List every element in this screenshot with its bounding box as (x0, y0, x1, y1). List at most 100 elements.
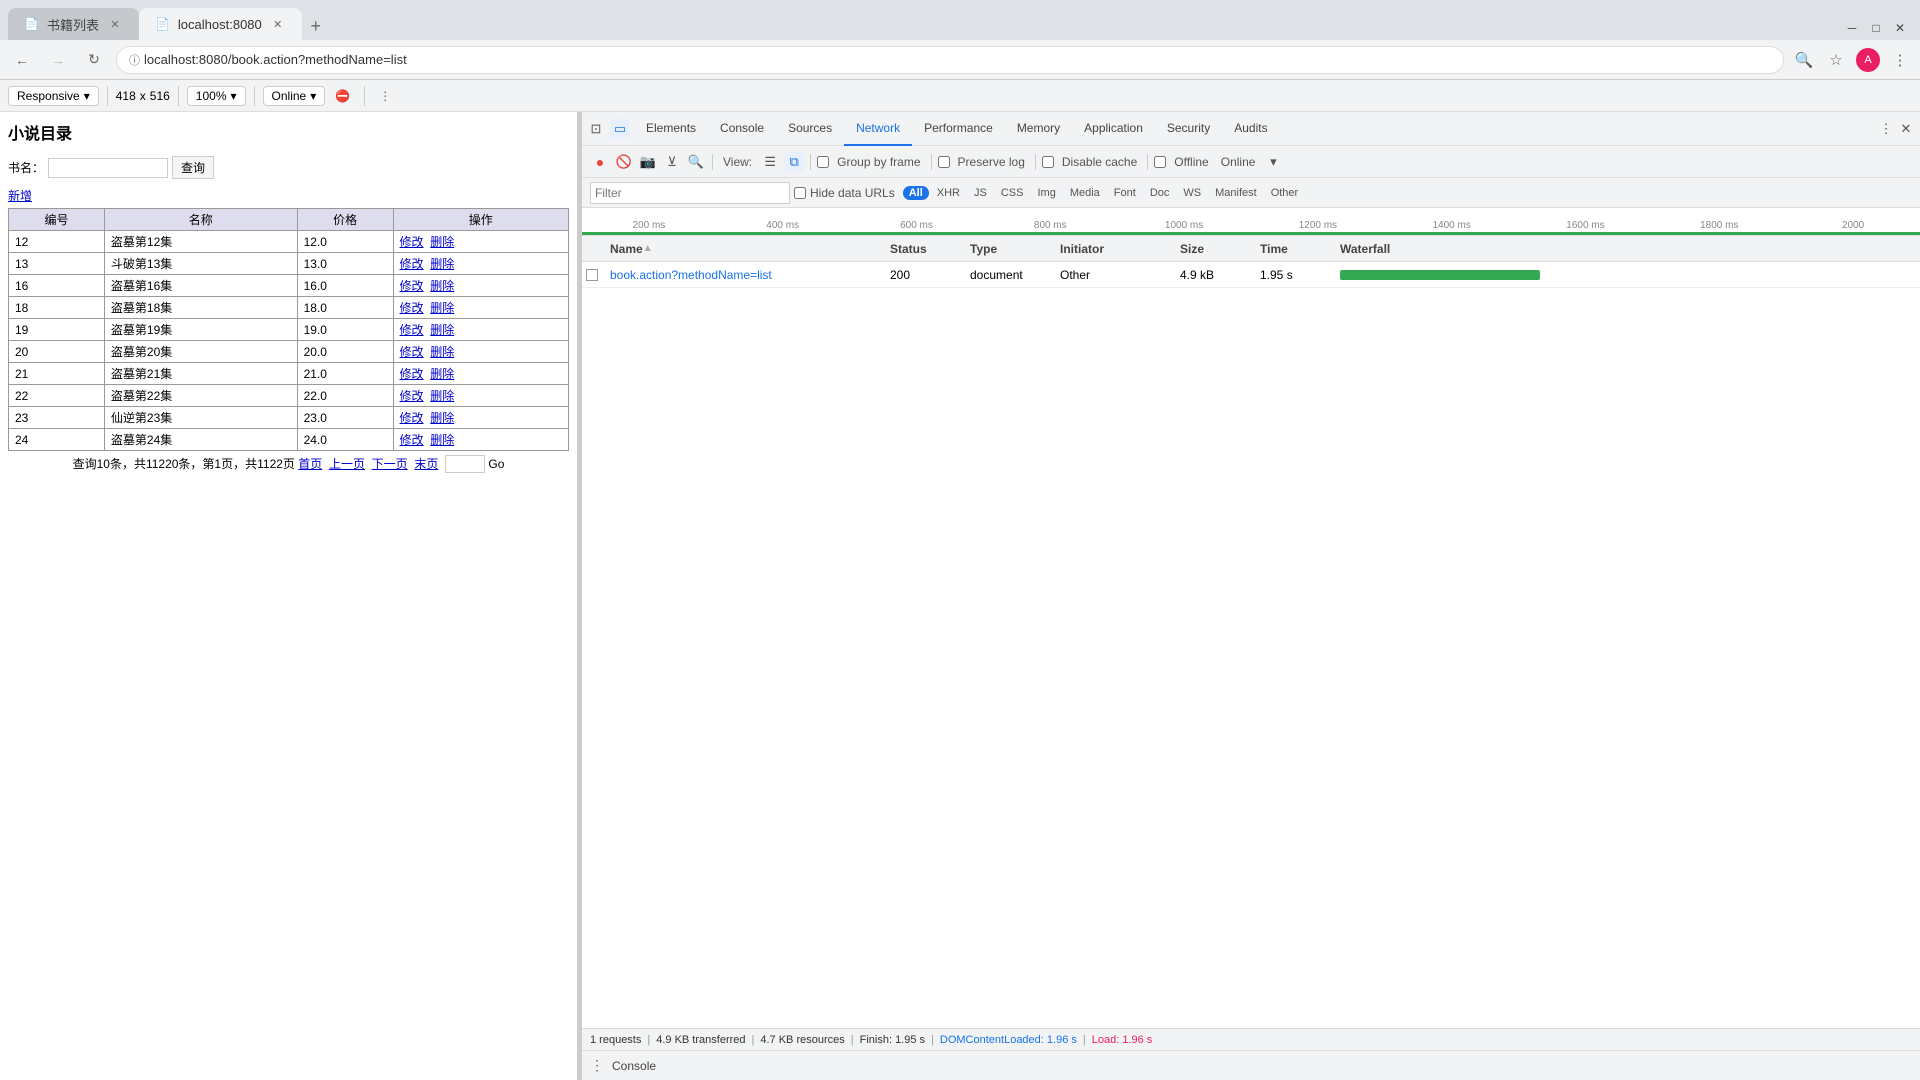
devtools-close-icon[interactable]: ✕ (1896, 119, 1916, 139)
screenshot-button[interactable]: 📷 (638, 152, 658, 172)
clear-button[interactable]: 🚫 (614, 152, 634, 172)
no-throttling-button[interactable]: ⛔ (329, 87, 356, 105)
delete-link[interactable]: 删除 (430, 323, 454, 337)
col-time-header[interactable]: Time (1252, 242, 1332, 256)
devtools-pointer-icon[interactable]: ⊡ (586, 119, 606, 139)
filter-type-all[interactable]: All (903, 186, 929, 200)
next-page-link[interactable]: 下一页 (372, 457, 408, 471)
edit-link[interactable]: 修改 (400, 257, 424, 271)
profile-icon[interactable]: A (1856, 48, 1880, 72)
search-button[interactable]: 🔍 (686, 152, 706, 172)
edit-link[interactable]: 修改 (400, 235, 424, 249)
devtools-tab-console[interactable]: Console (708, 112, 776, 146)
filter-type-js[interactable]: JS (968, 186, 993, 200)
devtools-tab-performance[interactable]: Performance (912, 112, 1005, 146)
row-checkbox[interactable] (586, 269, 598, 281)
col-name-header[interactable]: Name ▲ (602, 242, 882, 256)
edit-link[interactable]: 修改 (400, 301, 424, 315)
edit-link[interactable]: 修改 (400, 279, 424, 293)
edit-link[interactable]: 修改 (400, 433, 424, 447)
filter-type-manifest[interactable]: Manifest (1209, 186, 1263, 200)
col-status-header[interactable]: Status (882, 242, 962, 256)
delete-link[interactable]: 删除 (430, 345, 454, 359)
tab-2-close[interactable]: ✕ (270, 16, 286, 32)
edit-link[interactable]: 修改 (400, 411, 424, 425)
maximize-button[interactable]: □ (1864, 16, 1888, 40)
refresh-button[interactable]: ↻ (80, 46, 108, 74)
new-tab-button[interactable]: + (302, 12, 330, 40)
group-by-frame-checkbox[interactable] (817, 156, 829, 168)
delete-link[interactable]: 删除 (430, 433, 454, 447)
search-input[interactable] (48, 158, 168, 178)
zoom-select[interactable]: 100% ▾ (187, 86, 246, 106)
disable-cache-checkbox[interactable] (1042, 156, 1054, 168)
delete-link[interactable]: 删除 (430, 279, 454, 293)
new-link[interactable]: 新增 (8, 187, 32, 204)
filter-toggle-button[interactable]: ⊻ (662, 152, 682, 172)
delete-link[interactable]: 删除 (430, 389, 454, 403)
filter-type-img[interactable]: Img (1031, 186, 1061, 200)
device-mode-select[interactable]: Responsive ▾ (8, 86, 99, 106)
tab-1[interactable]: 📄 书籍列表 ✕ (8, 8, 139, 40)
tab-1-title: 书籍列表 (47, 15, 99, 34)
tab-1-close[interactable]: ✕ (107, 16, 123, 32)
devtools-tab-application[interactable]: Application (1072, 112, 1155, 146)
cell-name: 盗墓第21集 (104, 363, 297, 385)
search-button[interactable]: 查询 (172, 156, 214, 179)
last-page-link[interactable]: 末页 (414, 457, 438, 471)
online-dropdown-icon[interactable]: ▾ (1263, 152, 1283, 172)
delete-link[interactable]: 删除 (430, 411, 454, 425)
edit-link[interactable]: 修改 (400, 323, 424, 337)
edit-link[interactable]: 修改 (400, 367, 424, 381)
tab-1-favicon: 📄 (24, 17, 39, 31)
hide-data-urls-checkbox[interactable] (794, 187, 806, 199)
prev-page-link[interactable]: 上一页 (329, 457, 365, 471)
col-initiator-header[interactable]: Initiator (1052, 242, 1172, 256)
col-waterfall-header[interactable]: Waterfall (1332, 242, 1920, 256)
devtools-tab-sources[interactable]: Sources (776, 112, 844, 146)
network-row[interactable]: book.action?methodName=list 200 document… (582, 262, 1920, 288)
preserve-log-checkbox[interactable] (938, 156, 950, 168)
filter-type-css[interactable]: CSS (995, 186, 1030, 200)
filter-type-other[interactable]: Other (1265, 186, 1305, 200)
col-size-header[interactable]: Size (1172, 242, 1252, 256)
devtools-more-icon[interactable]: ⋮ (1876, 119, 1896, 139)
filter-type-xhr[interactable]: XHR (931, 186, 966, 200)
devtools-tab-network[interactable]: Network (844, 112, 912, 146)
filter-type-font[interactable]: Font (1108, 186, 1142, 200)
console-more-icon[interactable]: ⋮ (590, 1057, 604, 1074)
filter-type-doc[interactable]: Doc (1144, 186, 1176, 200)
list-view-button[interactable]: ☰ (760, 152, 780, 172)
delete-link[interactable]: 删除 (430, 235, 454, 249)
forward-button[interactable]: → (44, 46, 72, 74)
edit-link[interactable]: 修改 (400, 345, 424, 359)
edit-link[interactable]: 修改 (400, 389, 424, 403)
devtools-tab-security[interactable]: Security (1155, 112, 1222, 146)
record-button[interactable]: ● (590, 152, 610, 172)
devtools-tab-audits[interactable]: Audits (1222, 112, 1279, 146)
close-button[interactable]: ✕ (1888, 16, 1912, 40)
back-button[interactable]: ← (8, 46, 36, 74)
offline-checkbox[interactable] (1154, 156, 1166, 168)
bookmark-icon[interactable]: ☆ (1824, 48, 1848, 72)
minimize-button[interactable]: ─ (1840, 16, 1864, 40)
page-input[interactable] (445, 455, 485, 473)
search-icon[interactable]: 🔍 (1792, 48, 1816, 72)
delete-link[interactable]: 删除 (430, 367, 454, 381)
url-bar[interactable]: ⓘ localhost:8080/book.action?methodName=… (116, 46, 1784, 74)
delete-link[interactable]: 删除 (430, 257, 454, 271)
filter-input[interactable] (590, 182, 790, 204)
tab-2[interactable]: 📄 localhost:8080 ✕ (139, 8, 302, 40)
filter-type-media[interactable]: Media (1064, 186, 1106, 200)
chrome-menu-icon[interactable]: ⋮ (1888, 48, 1912, 72)
toolbar-more-button[interactable]: ⋮ (373, 84, 397, 108)
devtools-tab-elements[interactable]: Elements (634, 112, 708, 146)
filter-type-ws[interactable]: WS (1177, 186, 1207, 200)
waterfall-view-button[interactable]: ⧉ (784, 152, 804, 172)
first-page-link[interactable]: 首页 (298, 457, 322, 471)
delete-link[interactable]: 删除 (430, 301, 454, 315)
devtools-device-icon[interactable]: ▭ (610, 119, 630, 139)
col-type-header[interactable]: Type (962, 242, 1052, 256)
connectivity-select[interactable]: Online ▾ (263, 86, 326, 106)
devtools-tab-memory[interactable]: Memory (1005, 112, 1072, 146)
